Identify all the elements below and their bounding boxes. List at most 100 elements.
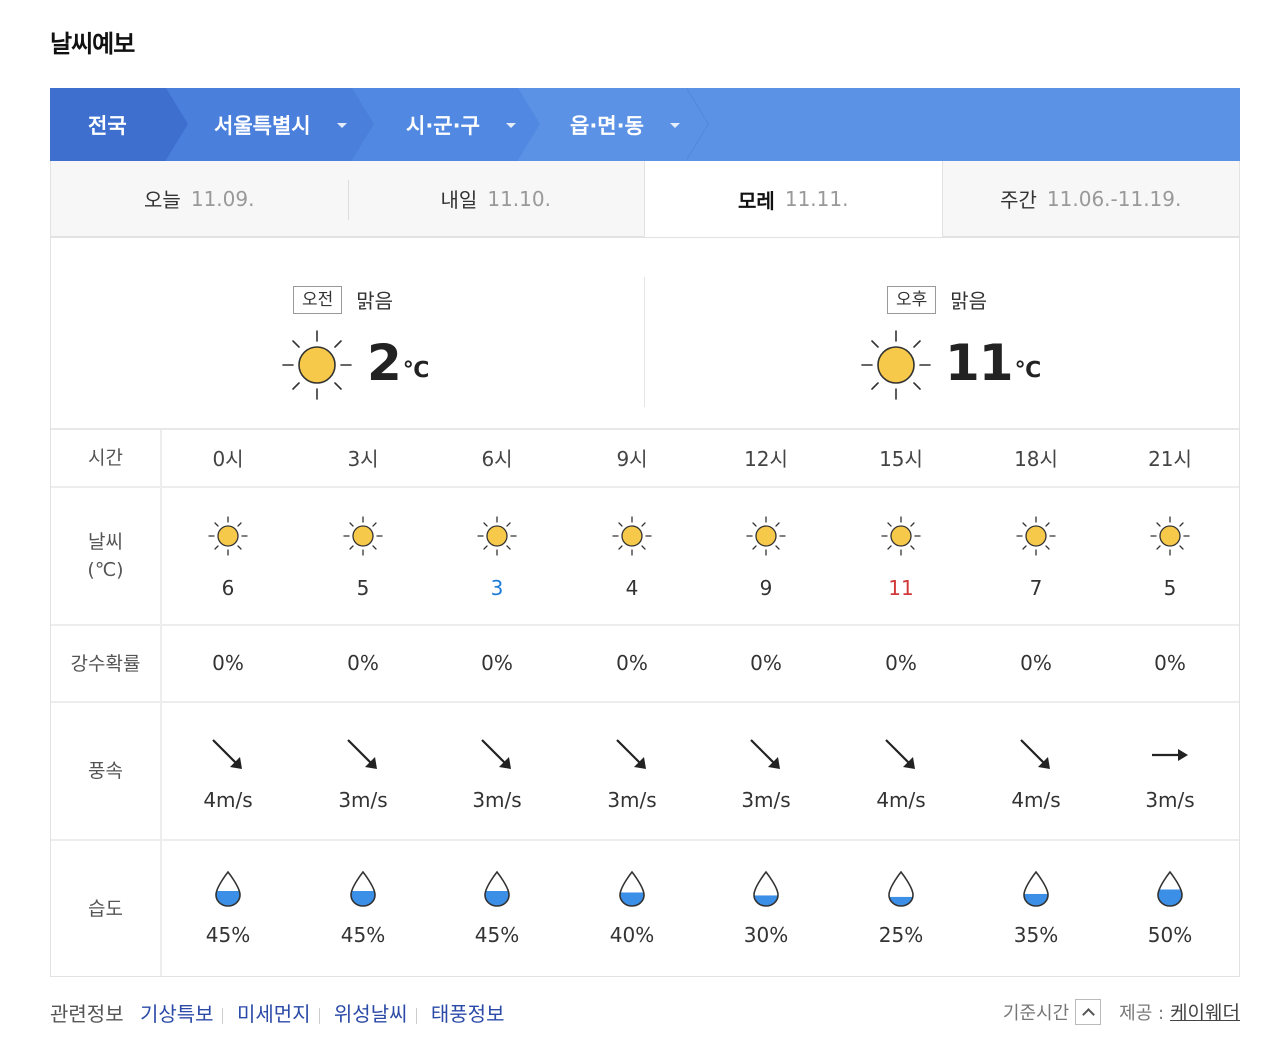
link-weather-warning[interactable]: 기상특보 bbox=[140, 1002, 214, 1026]
row-wind: 풍속 4m/s 3m/s 3m/s 3m/s 3m/s 4m/s 4m/s 3m/s bbox=[51, 703, 1239, 841]
breadcrumb-label: 전국 bbox=[88, 113, 127, 138]
footer-meta: 기준시간 제공 : 케이웨더 bbox=[1003, 998, 1240, 1025]
temperature-value: 4 bbox=[625, 576, 639, 600]
southeast-arrow-icon bbox=[481, 739, 511, 769]
weather-cell: 9 bbox=[706, 488, 826, 624]
row-header-rain: 강수확률 bbox=[51, 626, 162, 701]
dropdown-caret-icon bbox=[505, 123, 516, 128]
water-drop-icon bbox=[619, 870, 645, 907]
tab-label: 모레 bbox=[738, 188, 775, 213]
dropdown-caret-icon bbox=[336, 123, 347, 128]
breadcrumb-town-select[interactable]: 읍·면·동 bbox=[518, 88, 709, 161]
wind-cell: 4m/s bbox=[168, 703, 288, 839]
wind-cell: 4m/s bbox=[976, 703, 1096, 839]
humidity-cell: 30% bbox=[706, 841, 826, 976]
temperature-value: 5 bbox=[1163, 576, 1177, 600]
tab-day-after-tomorrow[interactable]: 모레 11.11. bbox=[644, 161, 943, 237]
humidity-value: 45% bbox=[205, 923, 251, 947]
region-breadcrumb: 전국 서울특별시 시·군·구 읍·면·동 bbox=[50, 88, 1240, 161]
rain-probability-cell: 0% bbox=[481, 651, 513, 675]
row-header-time: 시간 bbox=[51, 430, 162, 486]
provider-label: 제공 : bbox=[1119, 1002, 1165, 1024]
sun-icon bbox=[746, 516, 786, 556]
rain-probability-cell: 0% bbox=[750, 651, 782, 675]
wind-cell: 4m/s bbox=[841, 703, 961, 839]
humidity-value: 30% bbox=[743, 923, 789, 947]
daily-summary: 오전 맑음 2℃ 오후 맑음 11℃ bbox=[51, 237, 1239, 430]
weather-header-label: 날씨 bbox=[88, 531, 123, 553]
hourly-table: 시간 0시 3시 6시 9시 12시 15시 18시 21시 날씨 (℃) 6 5 3 4 9 11 7 5 … bbox=[51, 430, 1239, 976]
wind-cell: 3m/s bbox=[706, 703, 826, 839]
row-weather: 날씨 (℃) 6 5 3 4 9 11 7 5 bbox=[51, 488, 1239, 626]
footer: 관련정보 기상특보 미세먼지 위성날씨 태풍정보 기준시간 제공 : 케이웨더 bbox=[50, 996, 1240, 1028]
pm-condition: 맑음 bbox=[950, 289, 988, 313]
wind-speed-value: 3m/s bbox=[1145, 788, 1195, 812]
southeast-arrow-icon bbox=[212, 739, 242, 769]
east-arrow-icon bbox=[1152, 749, 1188, 761]
dropdown-caret-icon bbox=[669, 123, 680, 128]
tab-date: 11.11. bbox=[784, 187, 849, 211]
row-time: 시간 0시 3시 6시 9시 12시 15시 18시 21시 bbox=[51, 430, 1239, 488]
tab-label: 내일 bbox=[440, 188, 478, 212]
humidity-value: 45% bbox=[474, 923, 520, 947]
am-temperature: 2℃ bbox=[367, 333, 429, 393]
am-temp-value: 2 bbox=[367, 334, 402, 392]
tab-weekly[interactable]: 주간 11.06.-11.19. bbox=[942, 161, 1239, 237]
sun-icon bbox=[861, 330, 931, 400]
link-fine-dust[interactable]: 미세먼지 bbox=[237, 1002, 311, 1026]
provider-link[interactable]: 케이웨더 bbox=[1170, 998, 1240, 1025]
forecast-panel: 오전 맑음 2℃ 오후 맑음 11℃ 시간 0시 3시 6시 9시 12시 15… bbox=[50, 237, 1240, 977]
sun-icon bbox=[612, 516, 652, 556]
summary-pm: 오후 맑음 11℃ bbox=[645, 237, 1239, 430]
pm-temperature: 11℃ bbox=[945, 333, 1041, 393]
southeast-arrow-icon bbox=[1020, 739, 1050, 769]
humidity-cell: 45% bbox=[303, 841, 423, 976]
tab-date: 11.10. bbox=[487, 186, 551, 211]
time-cell: 6시 bbox=[481, 447, 513, 471]
water-drop-icon bbox=[215, 870, 241, 907]
wind-speed-value: 4m/s bbox=[203, 788, 253, 812]
breadcrumb-label: 서울특별시 bbox=[214, 113, 311, 138]
rain-probability-cell: 0% bbox=[1020, 651, 1052, 675]
wind-speed-value: 3m/s bbox=[338, 788, 388, 812]
row-humidity: 습도 45% 45% 45% 40% 30% 25% 35% 50% bbox=[51, 841, 1239, 976]
tab-date: 11.09. bbox=[190, 186, 255, 211]
rain-probability-cell: 0% bbox=[1154, 651, 1186, 675]
link-satellite[interactable]: 위성날씨 bbox=[334, 1002, 408, 1026]
temperature-value: 6 bbox=[221, 576, 235, 600]
humidity-cell: 35% bbox=[976, 841, 1096, 976]
southeast-arrow-icon bbox=[750, 739, 780, 769]
humidity-value: 35% bbox=[1013, 923, 1059, 947]
breadcrumb-city-select[interactable]: 서울특별시 bbox=[166, 88, 374, 161]
wind-cell: 3m/s bbox=[303, 703, 423, 839]
time-cell: 18시 bbox=[1014, 447, 1058, 471]
weather-cell: 11 bbox=[841, 488, 961, 624]
pm-badge: 오후 bbox=[887, 285, 937, 314]
water-drop-icon bbox=[484, 870, 510, 907]
wind-cell: 3m/s bbox=[437, 703, 557, 839]
tab-tomorrow[interactable]: 내일 11.10. bbox=[347, 161, 644, 237]
row-header-wind: 풍속 bbox=[51, 703, 162, 839]
time-cell: 3시 bbox=[347, 447, 379, 471]
tab-today[interactable]: 오늘 11.09. bbox=[51, 161, 348, 237]
breadcrumb-national[interactable]: 전국 bbox=[50, 88, 188, 161]
tab-label: 오늘 bbox=[144, 188, 181, 212]
breadcrumb-label: 시·군·구 bbox=[406, 113, 480, 138]
sun-icon bbox=[343, 516, 383, 556]
weather-cell: 3 bbox=[437, 488, 557, 624]
link-typhoon[interactable]: 태풍정보 bbox=[431, 1002, 505, 1026]
southeast-arrow-icon bbox=[347, 739, 377, 769]
wind-speed-value: 4m/s bbox=[1011, 788, 1061, 812]
base-time-toggle-button[interactable] bbox=[1075, 998, 1102, 1025]
am-condition: 맑음 bbox=[356, 289, 394, 313]
sun-icon bbox=[208, 516, 248, 556]
sun-icon bbox=[282, 330, 352, 400]
weather-cell: 5 bbox=[303, 488, 423, 624]
humidity-cell: 45% bbox=[168, 841, 288, 976]
water-drop-icon bbox=[888, 870, 914, 907]
southeast-arrow-icon bbox=[616, 739, 646, 769]
southeast-arrow-icon bbox=[885, 739, 915, 769]
base-time-label: 기준시간 bbox=[1002, 1002, 1070, 1024]
breadcrumb-district-select[interactable]: 시·군·구 bbox=[352, 88, 540, 161]
humidity-value: 45% bbox=[340, 923, 386, 947]
